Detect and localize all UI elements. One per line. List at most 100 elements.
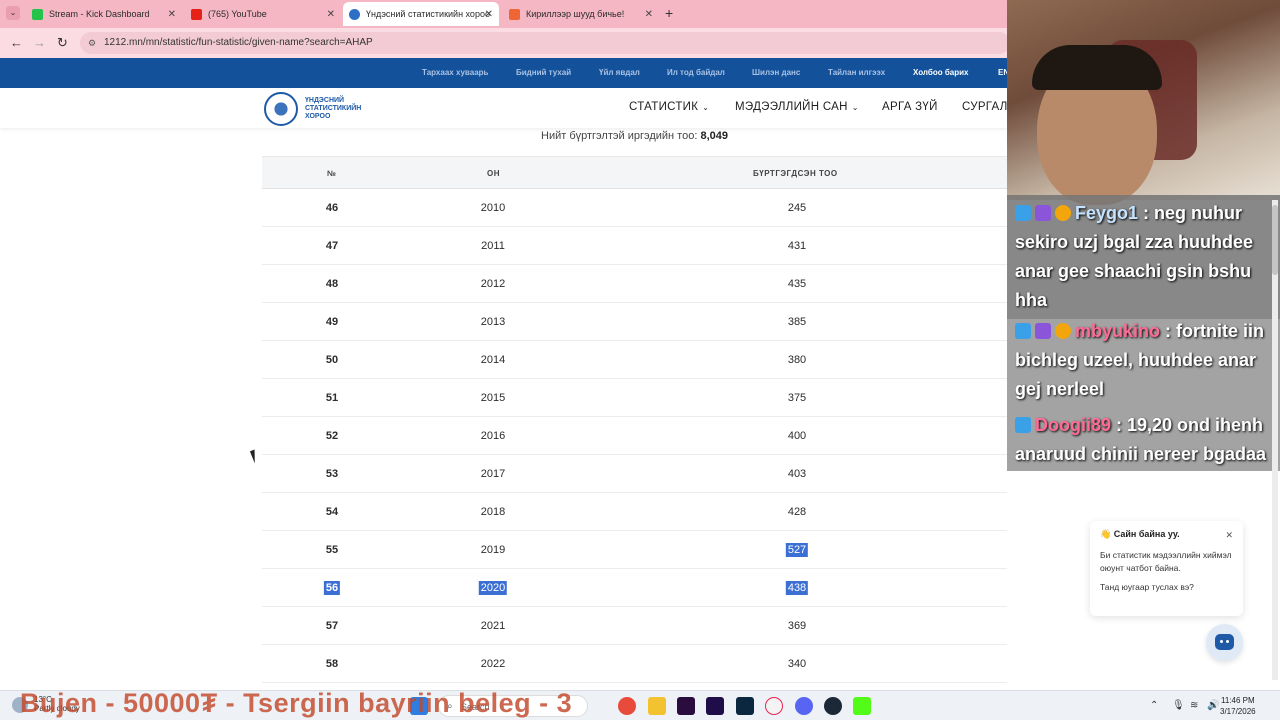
reload-icon[interactable]: ↻ bbox=[57, 35, 68, 51]
chrome-icon[interactable] bbox=[618, 697, 636, 715]
nav-database[interactable]: МЭДЭЭЛЛИЙН САН ⌄ bbox=[735, 101, 859, 113]
cell-number: 48 bbox=[325, 278, 339, 290]
chatbot-launcher-button[interactable] bbox=[1206, 624, 1243, 661]
cell-number: 54 bbox=[325, 506, 339, 518]
topnav-link[interactable]: Тархаах хуваарь bbox=[422, 68, 488, 77]
topnav-link[interactable]: Тайлан илгээх bbox=[828, 68, 885, 77]
tab-label: (765) YouTube bbox=[208, 9, 267, 19]
nso-emblem-icon[interactable] bbox=[264, 92, 298, 126]
cell-year: 2017 bbox=[480, 468, 506, 480]
topnav-link[interactable]: Бидний тухай bbox=[516, 68, 571, 77]
clock-date: 3/17/2026 bbox=[1220, 707, 1256, 716]
registered-total: Нийт бүртгэлтэй иргэдийн тоо: 8,049 bbox=[262, 130, 1007, 142]
file-explorer-icon[interactable] bbox=[648, 697, 666, 715]
close-tab-icon[interactable]: ✕ bbox=[645, 9, 653, 20]
cell-count: 375 bbox=[787, 392, 807, 404]
cell-number: 49 bbox=[325, 316, 339, 328]
column-header-count: БҮРТГЭГДСЭН ТОО bbox=[753, 169, 838, 178]
clock-time: 11:46 PM bbox=[1220, 696, 1255, 705]
topnav-link[interactable]: Үйл явдал bbox=[599, 68, 640, 77]
topnav-link[interactable]: Ил тод байдал bbox=[667, 68, 725, 77]
nav-statistics[interactable]: СТАТИСТИК ⌄ bbox=[629, 101, 709, 113]
topnav-link-contact[interactable]: Холбоо барих bbox=[913, 68, 968, 77]
cell-year: 2012 bbox=[480, 278, 506, 290]
tab-statistics-committee[interactable]: Үндэсний статистикийн хороо ✕ bbox=[343, 2, 499, 26]
close-tab-icon[interactable]: ✕ bbox=[168, 9, 176, 20]
stream-chat-overlay: Feygo1 : neg nuhur sekiro uzj bgal zza h… bbox=[1007, 195, 1280, 471]
scrollbar-thumb[interactable] bbox=[1272, 205, 1278, 275]
chat-username: Feygo1 bbox=[1075, 203, 1139, 223]
microphone-icon[interactable]: 🎙 bbox=[1172, 700, 1185, 711]
cell-count: 428 bbox=[787, 506, 807, 518]
tab-youtube[interactable]: (765) YouTube ✕ bbox=[185, 4, 341, 24]
tab-label: Кириллээр шууд бичье! bbox=[526, 9, 625, 19]
table-row: 57 2021 369 bbox=[262, 607, 1007, 645]
cell-year: 2022 bbox=[480, 658, 506, 670]
cell-count: 527 bbox=[785, 543, 809, 557]
cell-number: 51 bbox=[325, 392, 339, 404]
url-field[interactable]: ⚙ 1212.mn/mn/statistic/fun-statistic/giv… bbox=[80, 32, 1010, 54]
table-row: 58 2022 340 bbox=[262, 645, 1007, 683]
kick-icon[interactable] bbox=[853, 697, 871, 715]
site-logo-text[interactable]: ҮНДЭСНИЙ СТАТИСТИКИЙН ХОРОО bbox=[305, 97, 375, 121]
discord-icon[interactable] bbox=[795, 697, 813, 715]
registered-total-value: 8,049 bbox=[700, 130, 728, 142]
tab-cyrillic[interactable]: Кириллээр шууд бичье! ✕ bbox=[503, 4, 659, 24]
close-tab-icon[interactable]: ✕ bbox=[485, 9, 493, 20]
robot-icon bbox=[1215, 634, 1234, 650]
cell-count: 431 bbox=[787, 240, 807, 252]
cyrillic-favicon-icon bbox=[509, 8, 520, 20]
after-effects-icon[interactable] bbox=[706, 697, 724, 715]
itunes-icon[interactable] bbox=[765, 697, 783, 715]
sub-badge-icon bbox=[1035, 205, 1051, 221]
tab-kick-dashboard[interactable]: Stream - Kick Dashboard ✕ bbox=[26, 4, 182, 24]
tab-search-icon[interactable]: ⌄ bbox=[6, 6, 20, 20]
gift-badge-icon bbox=[1055, 205, 1071, 221]
table-row: 52 2016 400 bbox=[262, 417, 1007, 455]
chat-username: Doogii89 bbox=[1035, 415, 1112, 435]
cell-count: 340 bbox=[787, 658, 807, 670]
nav-methodology[interactable]: АРГА ЗҮЙ bbox=[882, 101, 938, 113]
premiere-icon[interactable] bbox=[677, 697, 695, 715]
steam-icon[interactable] bbox=[824, 697, 842, 715]
tab-label: Үндэсний статистикийн хороо bbox=[366, 9, 490, 19]
cell-count: 403 bbox=[787, 468, 807, 480]
cell-year: 2014 bbox=[480, 354, 506, 366]
nav-label: СТАТИСТИК bbox=[629, 101, 699, 113]
site-info-icon[interactable]: ⚙ bbox=[88, 32, 96, 54]
cell-number: 57 bbox=[325, 620, 339, 632]
tab-label: Stream - Kick Dashboard bbox=[49, 9, 150, 19]
kick-favicon-icon bbox=[32, 8, 43, 20]
column-header-number: № bbox=[327, 169, 337, 178]
webcam-overlay bbox=[1007, 0, 1280, 205]
moderator-badge-icon bbox=[1015, 205, 1031, 221]
topnav-link[interactable]: Шилэн данс bbox=[752, 68, 800, 77]
close-tab-icon[interactable]: ✕ bbox=[327, 9, 335, 20]
new-tab-button[interactable]: + bbox=[665, 5, 673, 21]
site-top-nav: Тархаах хуваарь Бидний тухай Үйл явдал И… bbox=[0, 58, 1009, 88]
table-header: № ОН БҮРТГЭГДСЭН ТОО bbox=[262, 156, 1007, 189]
tray-chevron-icon[interactable]: ⌃ bbox=[1150, 700, 1158, 711]
youtube-favicon-icon bbox=[191, 8, 202, 20]
back-icon[interactable]: ← bbox=[10, 35, 23, 50]
table-row: 47 2011 431 bbox=[262, 227, 1007, 265]
volume-icon[interactable]: 🔊 bbox=[1207, 700, 1219, 711]
forward-icon[interactable]: → bbox=[33, 35, 46, 50]
table-row: 54 2018 428 bbox=[262, 493, 1007, 531]
cell-year: 2013 bbox=[480, 316, 506, 328]
system-clock[interactable]: 11:46 PM 3/17/2026 bbox=[1220, 695, 1256, 717]
cell-number: 58 bbox=[325, 658, 339, 670]
chat-message: mbyukino : fortnite iin bichleg uzeel, h… bbox=[1015, 321, 1265, 399]
photoshop-icon[interactable] bbox=[736, 697, 754, 715]
cell-year: 2010 bbox=[480, 202, 506, 214]
cell-number: 56 bbox=[323, 581, 341, 595]
screen: ⌄ Stream - Kick Dashboard ✕ (765) YouTub… bbox=[0, 0, 1280, 720]
cell-count: 369 bbox=[787, 620, 807, 632]
cell-number: 46 bbox=[325, 202, 339, 214]
table-row: 46 2010 245 bbox=[262, 189, 1007, 227]
wifi-icon[interactable]: ≋ bbox=[1190, 700, 1198, 711]
chatbot-intro: Би статистик мэдээллийн хиймэл оюунт чат… bbox=[1100, 550, 1232, 573]
cell-year: 2018 bbox=[480, 506, 506, 518]
chevron-down-icon: ⌄ bbox=[702, 103, 710, 112]
close-icon[interactable]: ✕ bbox=[1225, 530, 1233, 541]
